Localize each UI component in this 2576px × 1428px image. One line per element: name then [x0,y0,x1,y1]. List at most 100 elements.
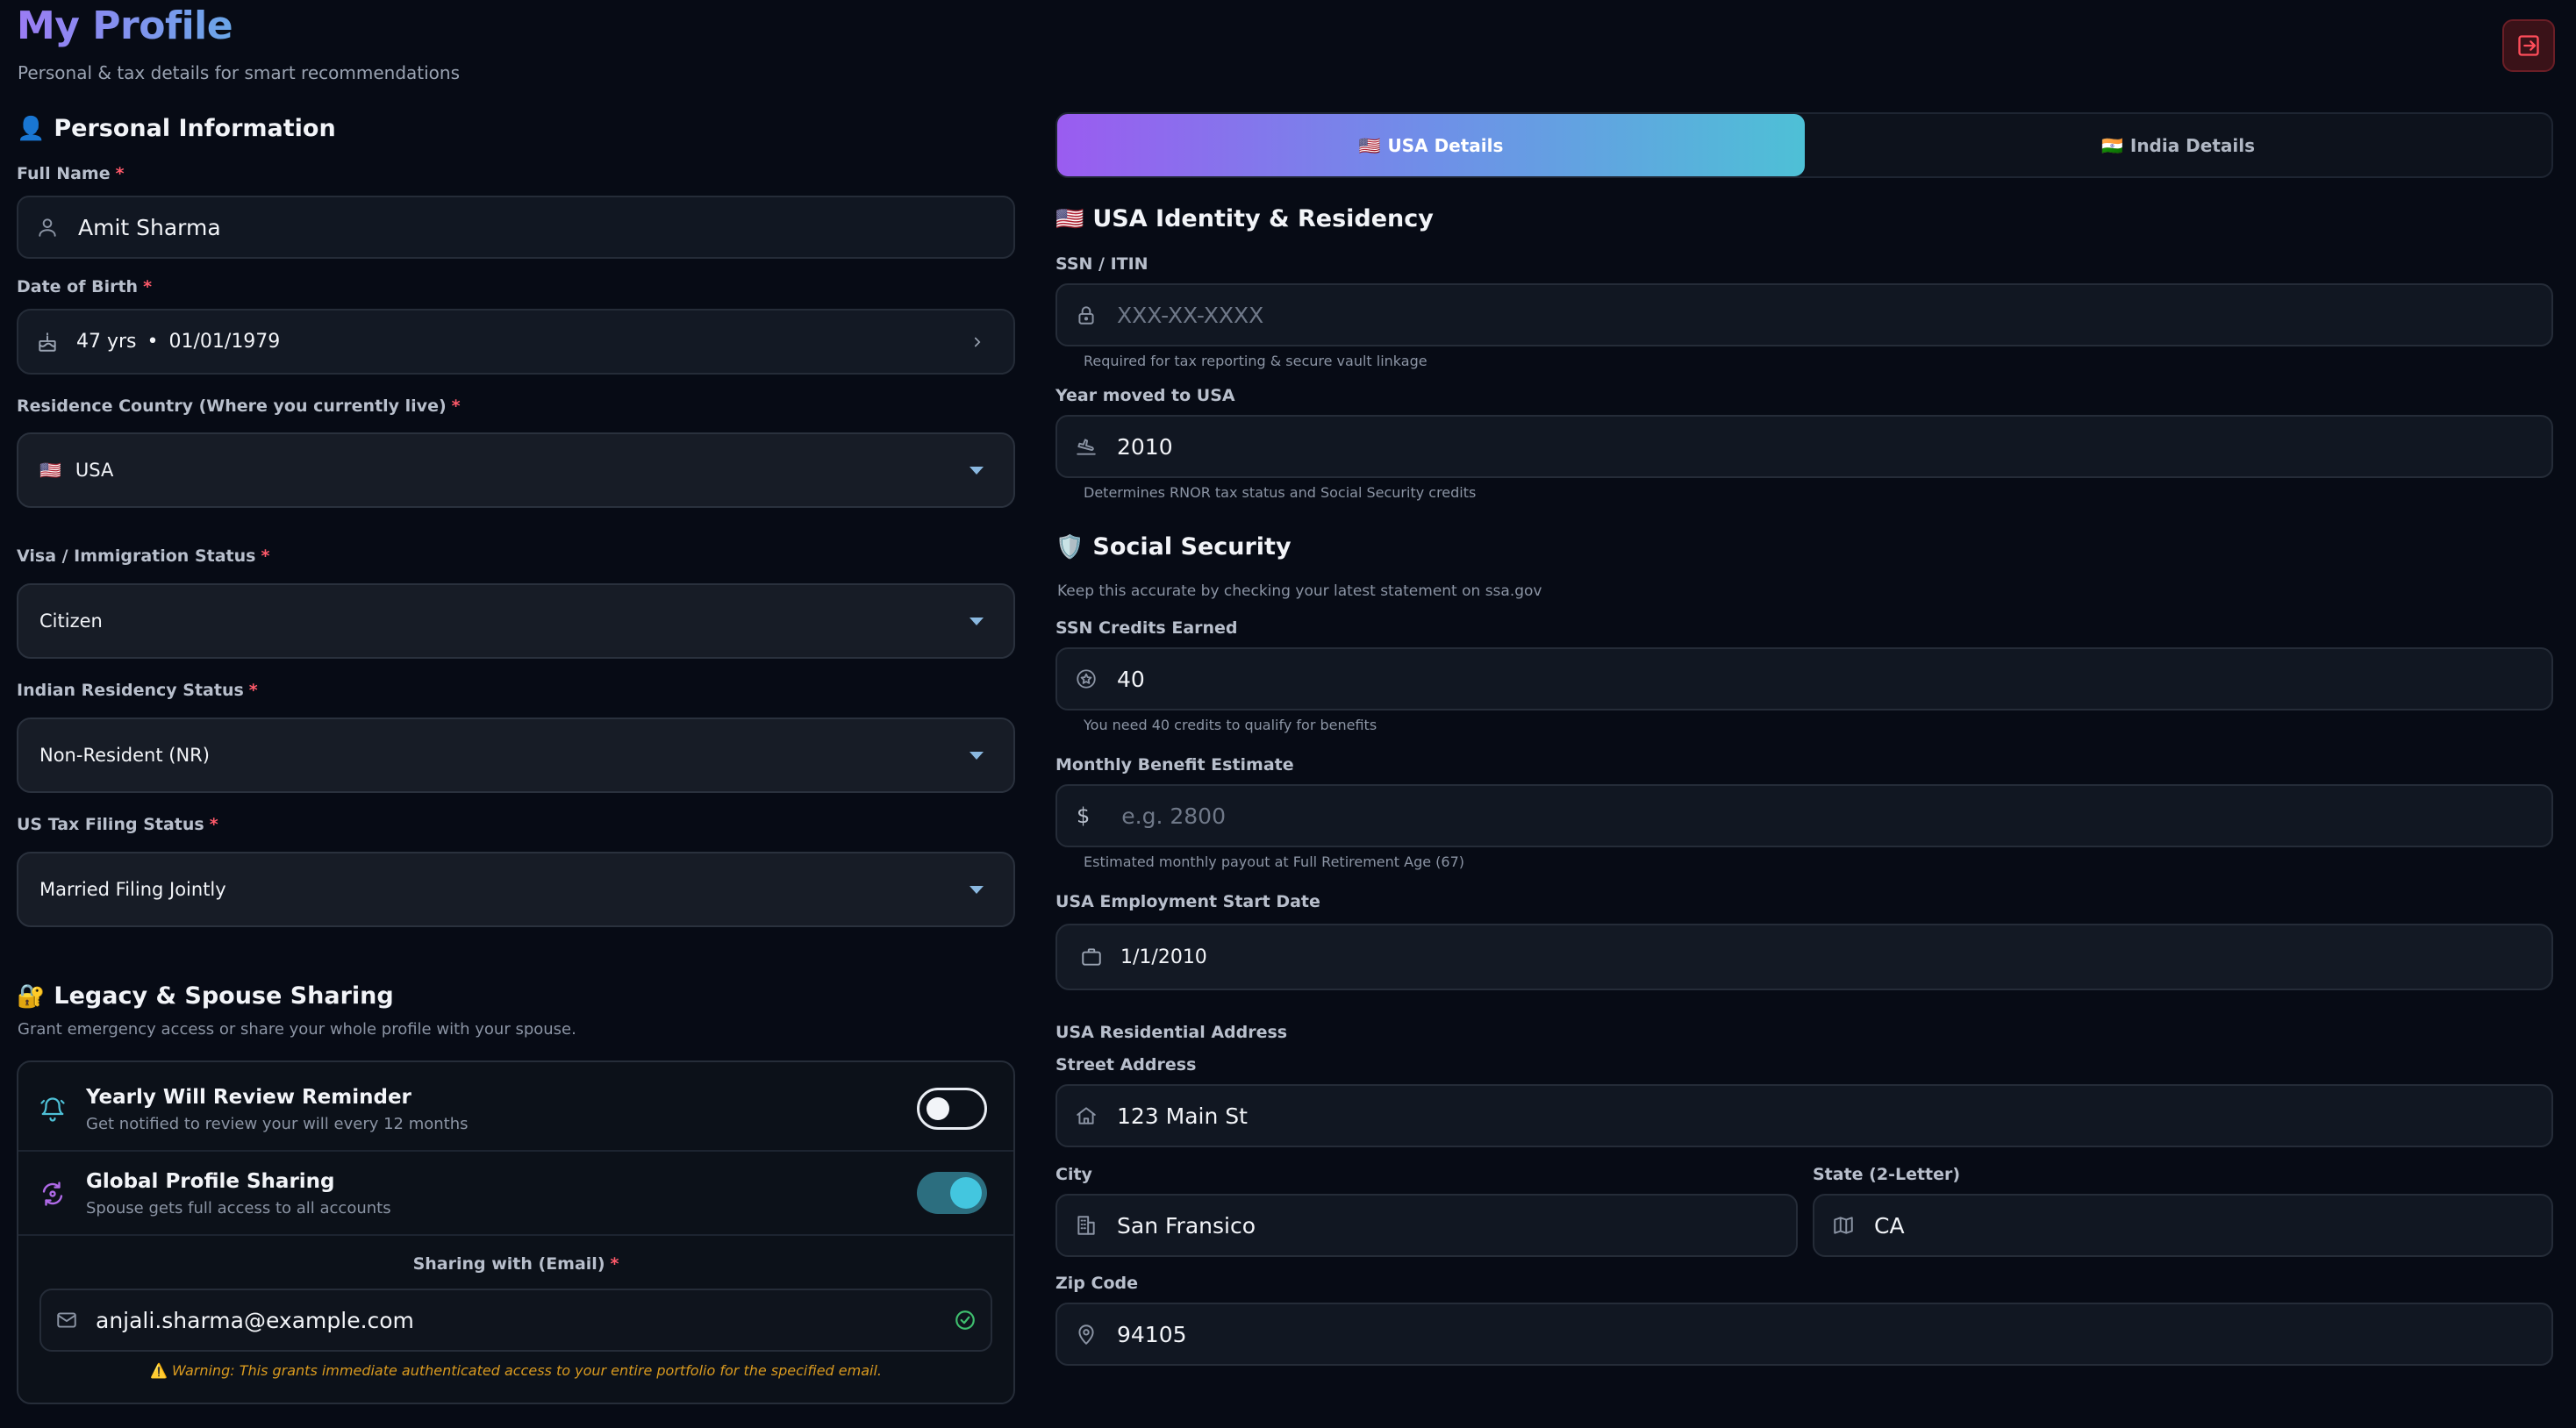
chevron-down-icon [970,618,984,625]
zip-value: 94105 [1117,1321,1187,1347]
map-icon [1834,1217,1853,1234]
will-reminder-title: Yearly Will Review Reminder [86,1086,411,1109]
ssn-credits-hint: You need 40 credits to qualify for benef… [1084,717,1377,733]
legacy-subtitle: Grant emergency access or share your who… [18,1020,576,1039]
ssn-credits-input[interactable]: 40 [1055,647,2553,710]
street-label: Street Address [1055,1055,1197,1075]
logout-button[interactable] [2502,19,2555,72]
us-tax-filing-label: US Tax Filing Status * [17,815,218,834]
usa-identity-title: 🇺🇸 USA Identity & Residency [1055,205,1434,232]
ssn-label: SSN / ITIN [1055,254,1148,274]
cake-icon [39,332,56,352]
warning-icon: ⚠️ [150,1362,168,1379]
briefcase-icon [1082,948,1101,966]
indian-residency-select[interactable]: Non-Resident (NR) [17,718,1015,793]
benefit-input[interactable]: $ e.g. 2800 [1055,784,2553,847]
state-label: State (2-Letter) [1813,1165,1961,1184]
us-tax-filing-select[interactable]: Married Filing Jointly [17,852,1015,927]
legacy-section-title: 🔐 Legacy & Spouse Sharing [17,982,394,1010]
sharing-email-value: anjali.sharma@example.com [96,1307,414,1333]
lock-icon [1078,306,1094,325]
mail-icon [57,1312,76,1328]
person-emoji-icon: 👤 [17,115,46,142]
street-input[interactable]: 123 Main St [1055,1084,2553,1147]
year-moved-input[interactable]: 2010 [1055,415,2553,478]
will-reminder-subtitle: Get notified to review your will every 1… [86,1115,469,1133]
social-security-subtitle: Keep this accurate by checking your late… [1057,582,1542,600]
dob-picker[interactable]: 47 yrs • 01/01/1979 [17,309,1015,375]
personal-section-title: 👤 Personal Information [17,115,336,142]
full-name-input[interactable]: Amit Sharma [17,196,1015,259]
full-name-value: Amit Sharma [78,214,221,240]
dollar-prefix: $ [1077,803,1091,828]
residence-country-label: Residence Country (Where you currently l… [17,396,461,416]
visa-status-value: Citizen [39,610,103,632]
address-section-title: USA Residential Address [1055,1023,1288,1042]
employment-start-value: 1/1/2010 [1120,946,1207,968]
street-value: 123 Main St [1117,1103,1248,1129]
bell-icon [40,1097,65,1122]
dob-age: 47 yrs [76,331,137,353]
dob-label: Date of Birth * [17,277,153,296]
toggle-knob [950,1177,982,1209]
map-pin-icon [1078,1324,1094,1345]
page-title: My Profile [17,4,233,48]
state-input[interactable]: CA [1813,1194,2553,1257]
chevron-right-icon [974,337,981,346]
global-sharing-title: Global Profile Sharing [86,1170,335,1193]
toggle-knob [927,1097,949,1120]
us-flag-icon: 🇺🇸 [1358,134,1381,156]
employment-start-picker[interactable]: 1/1/2010 [1055,924,2553,990]
us-flag-icon: 🇺🇸 [39,460,61,481]
city-input[interactable]: San Fransico [1055,1194,1798,1257]
residence-country-value: USA [75,460,114,481]
ssn-credits-label: SSN Credits Earned [1055,618,1238,638]
dob-separator: • [147,331,159,353]
chevron-down-icon [970,467,984,475]
full-name-label: Full Name * [17,164,125,183]
home-icon [1077,1107,1096,1125]
employment-start-label: USA Employment Start Date [1055,892,1320,911]
sharing-warning: ⚠️ Warning: This grants immediate authen… [150,1362,882,1379]
visa-status-label: Visa / Immigration Status * [17,546,270,566]
global-sharing-toggle[interactable] [917,1172,987,1214]
sharing-email-label: Sharing with (Email) * [412,1254,619,1274]
legacy-card [17,1060,1015,1404]
building-icon [1077,1216,1095,1235]
divider [18,1150,1013,1152]
logout-icon [2518,35,2539,56]
year-moved-label: Year moved to USA [1055,386,1235,405]
shield-icon: 🛡️ [1055,533,1084,560]
us-tax-filing-value: Married Filing Jointly [39,879,226,900]
social-security-title: 🛡️ Social Security [1055,533,1292,560]
ssn-credits-value: 40 [1117,666,1145,692]
check-circle-icon [955,1310,975,1330]
global-sharing-subtitle: Spouse gets full access to all accounts [86,1199,391,1217]
tab-india-details[interactable]: 🇮🇳 India Details [1805,114,2551,176]
lock-key-emoji-icon: 🔐 [17,982,46,1010]
divider [18,1234,1013,1236]
benefit-placeholder: e.g. 2800 [1121,803,1226,829]
india-flag-icon: 🇮🇳 [2100,134,2123,156]
plane-landing-icon [1077,439,1096,455]
indian-residency-value: Non-Resident (NR) [39,745,210,766]
year-moved-value: 2010 [1117,433,1173,460]
chevron-down-icon [970,752,984,760]
zip-label: Zip Code [1055,1274,1138,1293]
will-reminder-toggle[interactable] [917,1088,987,1130]
state-value: CA [1874,1212,1905,1239]
city-value: San Fransico [1117,1212,1256,1239]
us-flag-icon: 🇺🇸 [1055,205,1084,232]
dob-date: 01/01/1979 [168,331,281,353]
benefit-label: Monthly Benefit Estimate [1055,755,1294,775]
benefit-hint: Estimated monthly payout at Full Retirem… [1084,853,1465,870]
star-badge-icon [1077,669,1096,689]
city-label: City [1055,1165,1092,1184]
zip-input[interactable]: 94105 [1055,1303,2553,1366]
tab-usa-details[interactable]: 🇺🇸 USA Details [1057,114,1805,176]
sharing-email-input[interactable]: anjali.sharma@example.com [39,1289,992,1352]
ssn-input[interactable]: XXX-XX-XXXX [1055,283,2553,346]
residence-country-select[interactable]: 🇺🇸 USA [17,432,1015,508]
indian-residency-label: Indian Residency Status * [17,681,258,700]
visa-status-select[interactable]: Citizen [17,583,1015,659]
